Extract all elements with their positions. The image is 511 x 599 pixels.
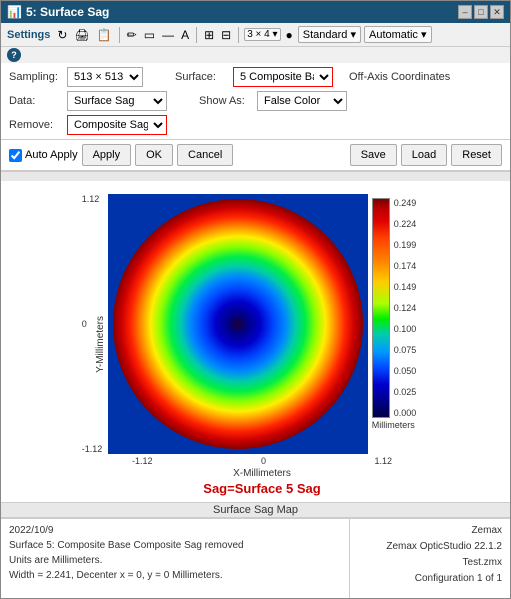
sampling-select[interactable]: 513 × 513 [67, 67, 143, 87]
x-tick-right: 1.12 [374, 456, 392, 466]
right-line-4: Test.zmx [358, 555, 502, 571]
save-group: Save Load Reset [350, 144, 502, 166]
color-bar-unit: Millimeters [372, 420, 415, 430]
right-line-2: Zemax OpticStudio 22.1.2 [358, 539, 502, 555]
chart-inner: 1.12 0 -1.12 [108, 194, 417, 496]
x-label-row: X-Millimeters Sag=Surface 5 Sag [203, 468, 320, 496]
close-button[interactable]: ✕ [490, 5, 504, 19]
y-tick-bot: -1.12 [82, 444, 103, 454]
auto-apply-label[interactable]: Auto Apply [9, 149, 78, 162]
cb-label-2: 0.199 [394, 240, 417, 250]
surface-label: Surface: [175, 71, 225, 83]
settings-toolbar: Settings ↻ 🖨 📋 ✏ ▭ — A ⊞ ⊟ 3 × 4 ▾ ● Sta… [1, 23, 510, 47]
show-as-label: Show As: [199, 95, 249, 107]
x-tick-mid: 0 [261, 456, 266, 466]
standard-dropdown[interactable]: Standard ▾ [298, 26, 361, 43]
x-tick-labels: -1.12 0 1.12 [132, 456, 392, 466]
remove-label: Remove: [9, 119, 59, 131]
controls-row-2: Data: Surface Sag Show As: False Color [9, 91, 502, 111]
info-line-1: 2022/10/9 [9, 523, 341, 538]
y-tick-labels: 1.12 0 -1.12 [82, 194, 103, 454]
buttons-row: Auto Apply Apply OK Cancel Save Load Res… [1, 140, 510, 171]
title-bar-controls: – □ ✕ [458, 5, 504, 19]
cb-label-8: 0.050 [394, 366, 417, 376]
minimize-button[interactable]: – [458, 5, 472, 19]
config-icon[interactable]: ● [284, 27, 295, 43]
cancel-button[interactable]: Cancel [177, 144, 233, 166]
sampling-label: Sampling: [9, 71, 59, 83]
window-icon: 📊 [7, 5, 22, 19]
color-bar: 0.249 0.224 0.199 0.174 0.149 0.124 0.10… [372, 198, 417, 430]
help-row: ? [1, 47, 510, 63]
load-button[interactable]: Load [401, 144, 447, 166]
data-label: Data: [9, 95, 59, 107]
off-axis-label: Off-Axis Coordinates [349, 71, 450, 83]
controls-row-3: Remove: Composite Sag [9, 115, 502, 135]
cb-label-10: 0.000 [394, 408, 417, 418]
line-icon[interactable]: — [160, 27, 176, 43]
cb-label-0: 0.249 [394, 198, 417, 208]
help-icon[interactable]: ? [7, 48, 21, 62]
plot-canvas[interactable]: 1.12 0 -1.12 [108, 194, 368, 454]
cursor-icon[interactable]: ✏ [125, 27, 139, 43]
main-window: 📊 5: Surface Sag – □ ✕ Settings ↻ 🖨 📋 ✏ … [0, 0, 511, 599]
controls-area: Sampling: 513 × 513 Surface: 5 Composite… [1, 63, 510, 140]
sep2 [196, 27, 197, 43]
config-badge[interactable]: 3 × 4 ▾ [244, 28, 280, 41]
sep1 [119, 27, 120, 43]
auto-apply-checkbox[interactable] [9, 149, 22, 162]
text-icon[interactable]: A [179, 27, 191, 43]
bottom-left: 2022/10/9 Surface 5: Composite Base Comp… [1, 519, 350, 598]
right-line-5: Configuration 1 of 1 [358, 571, 502, 587]
info-line-2: Surface 5: Composite Base Composite Sag … [9, 538, 341, 553]
x-tick-left: -1.12 [132, 456, 153, 466]
info-line-3: Units are Millimeters. [9, 553, 341, 568]
chart-area: Y-Millimeters 1.12 0 -1.12 [1, 181, 510, 502]
x-axis-label: X-Millimeters [233, 468, 291, 479]
cb-label-4: 0.149 [394, 282, 417, 292]
cb-label-9: 0.025 [394, 387, 417, 397]
data-select[interactable]: Surface Sag [67, 91, 167, 111]
cb-label-7: 0.075 [394, 345, 417, 355]
bottom-right: Zemax Zemax OpticStudio 22.1.2 Test.zmx … [350, 519, 510, 598]
sag-title: Sag=Surface 5 Sag [203, 481, 320, 496]
color-bar-labels: 0.249 0.224 0.199 0.174 0.149 0.124 0.10… [394, 198, 417, 418]
color-bar-gradient [372, 198, 390, 418]
table-icon[interactable]: ⊟ [219, 27, 233, 43]
copy-icon[interactable]: 📋 [95, 27, 114, 43]
rect-icon[interactable]: ▭ [142, 27, 157, 43]
chart-with-colorbar: 1.12 0 -1.12 [108, 194, 417, 454]
reset-button[interactable]: Reset [451, 144, 502, 166]
maximize-button[interactable]: □ [474, 5, 488, 19]
title-bar-left: 📊 5: Surface Sag [7, 5, 109, 19]
horizontal-scrollbar[interactable] [1, 171, 510, 181]
apply-button[interactable]: Apply [82, 144, 132, 166]
y-tick-mid: 0 [82, 319, 103, 329]
remove-select[interactable]: Composite Sag [67, 115, 167, 135]
cb-label-3: 0.174 [394, 261, 417, 271]
refresh-icon[interactable]: ↻ [55, 27, 69, 43]
print-icon[interactable]: 🖨 [72, 27, 91, 43]
cb-label-6: 0.100 [394, 324, 417, 334]
sep3 [238, 27, 239, 43]
ok-button[interactable]: OK [135, 144, 173, 166]
plot-svg [108, 194, 368, 454]
cb-label-5: 0.124 [394, 303, 417, 313]
chart-container: Y-Millimeters 1.12 0 -1.12 [5, 189, 506, 500]
info-line-5: Width = 2.241, Decenter x = 0, y = 0 Mil… [9, 568, 341, 583]
automatic-dropdown[interactable]: Automatic ▾ [364, 26, 432, 43]
right-line-1: Zemax [358, 523, 502, 539]
window-title: 5: Surface Sag [26, 5, 109, 19]
grid-icon[interactable]: ⊞ [202, 27, 216, 43]
surface-select[interactable]: 5 Composite Bas [233, 67, 333, 87]
bottom-info: 2022/10/9 Surface 5: Composite Base Comp… [1, 518, 510, 598]
chart-title-bar: Surface Sag Map [1, 502, 510, 518]
show-as-select[interactable]: False Color [257, 91, 347, 111]
cb-label-1: 0.224 [394, 219, 417, 229]
save-button[interactable]: Save [350, 144, 397, 166]
settings-button[interactable]: Settings [5, 28, 52, 42]
title-bar: 📊 5: Surface Sag – □ ✕ [1, 1, 510, 23]
controls-row-1: Sampling: 513 × 513 Surface: 5 Composite… [9, 67, 502, 87]
y-tick-top: 1.12 [82, 194, 103, 204]
